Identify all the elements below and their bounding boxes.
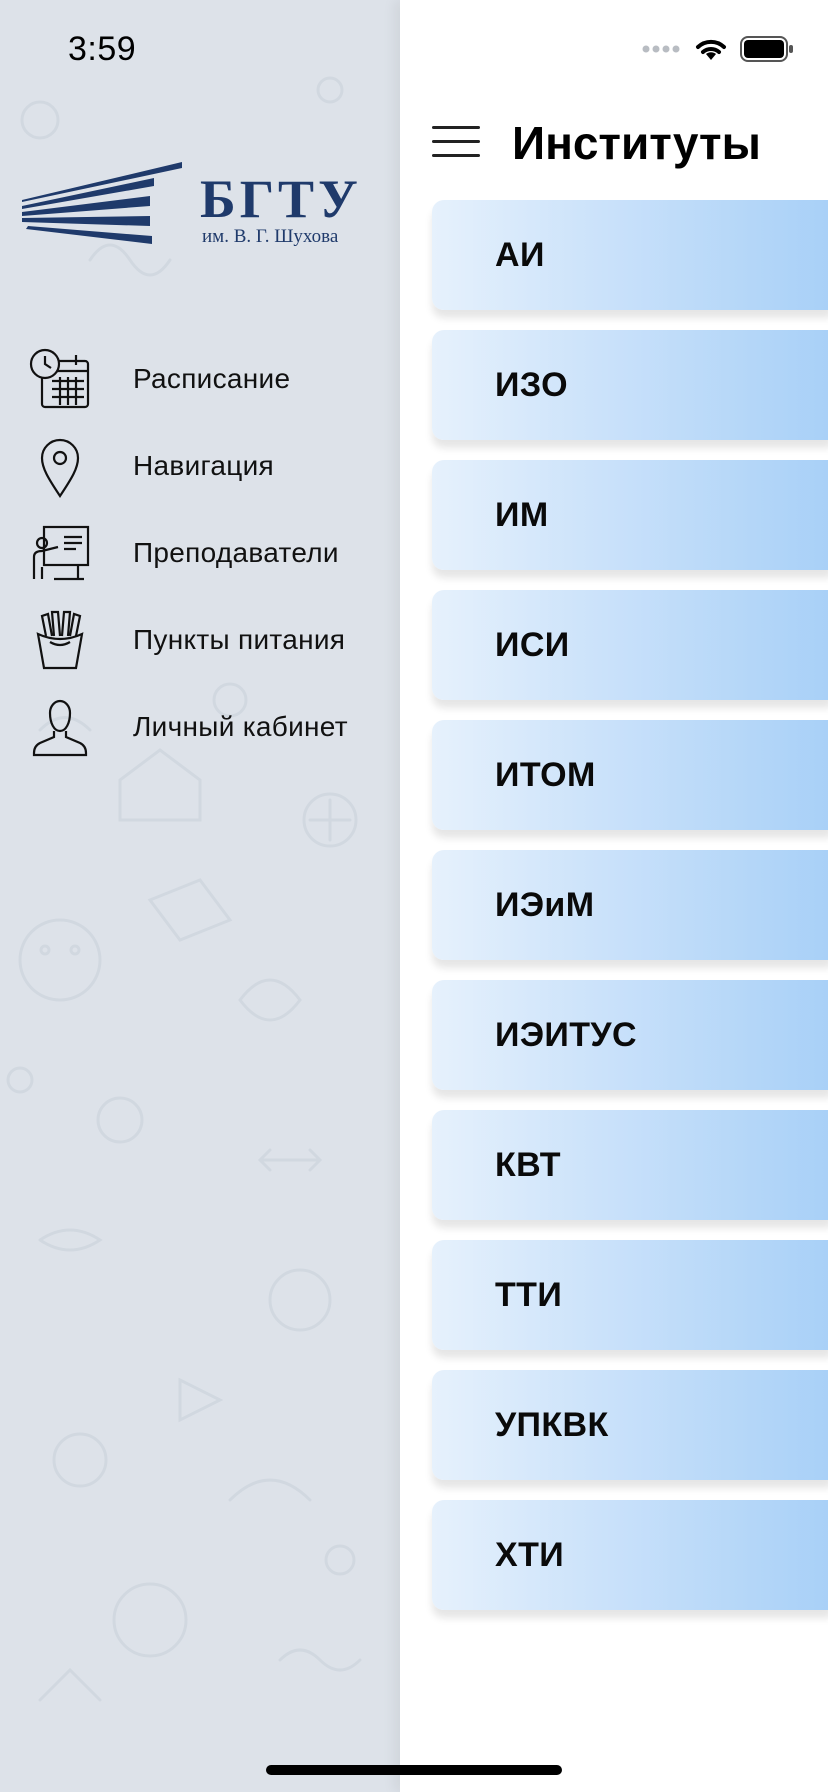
menu-label-food: Пункты питания [133, 623, 346, 655]
menu-item-food[interactable]: Пункты питания [0, 596, 400, 683]
institute-card[interactable]: ХТИ [432, 1500, 828, 1610]
status-bar-time: 3:59 [68, 30, 137, 68]
teacher-board-icon [26, 519, 94, 587]
institute-label: АИ [495, 235, 545, 274]
hamburger-line [432, 140, 480, 143]
fries-icon [26, 606, 94, 674]
institute-label: УПКВК [495, 1405, 609, 1444]
wifi-icon [696, 39, 726, 60]
page-title: Институты [512, 117, 761, 169]
institute-card[interactable]: ИМ [432, 460, 828, 570]
user-icon [26, 693, 94, 761]
status-bar-icons [642, 36, 794, 62]
institute-label: ИЭИТУС [495, 1015, 637, 1054]
institute-label: ИЭиМ [495, 885, 595, 924]
institute-card[interactable]: ИЭиМ [432, 850, 828, 960]
hamburger-line [432, 154, 480, 157]
institutes-list: АИ ИЗО ИМ ИСИ ИТОМ ИЭиМ ИЭИТУС КВТ ТТИ У… [432, 200, 828, 1630]
institute-card[interactable]: ИЭИТУС [432, 980, 828, 1090]
institute-card[interactable]: ИЗО [432, 330, 828, 440]
menu-item-teachers[interactable]: Преподаватели [0, 509, 400, 596]
institute-card[interactable]: ИСИ [432, 590, 828, 700]
menu-item-schedule[interactable]: Расписание [0, 335, 400, 422]
drawer-menu: Расписание Навигация Преподаватели Пункт… [0, 335, 400, 770]
institute-card[interactable]: КВТ [432, 1110, 828, 1220]
logo-title: БГТУ [200, 169, 362, 229]
menu-label-teachers: Преподаватели [133, 536, 339, 568]
battery-icon [740, 36, 793, 62]
institute-card[interactable]: ТТИ [432, 1240, 828, 1350]
menu-label-account: Личный кабинет [133, 710, 348, 742]
institute-label: ТТИ [495, 1275, 563, 1314]
institute-label: ИМ [495, 495, 549, 534]
menu-label-navigation: Навигация [133, 449, 275, 481]
institute-label: ХТИ [495, 1535, 565, 1574]
institute-card[interactable]: УПКВК [432, 1370, 828, 1480]
menu-item-account[interactable]: Личный кабинет [0, 683, 400, 770]
university-logo[interactable]: БГТУ им. В. Г. Шухова [22, 160, 362, 250]
institute-card[interactable]: ИТОМ [432, 720, 828, 830]
institute-label: ИТОМ [495, 755, 596, 794]
background-doodle-pattern [6, 76, 362, 1702]
cellular-signal-icon [642, 45, 680, 53]
logo-stripes-graphic [22, 162, 182, 244]
main-panel: Институты АИ ИЗО ИМ ИСИ ИТОМ ИЭиМ ИЭИТУС… [400, 0, 828, 1792]
institute-label: ИСИ [495, 625, 570, 664]
menu-label-schedule: Расписание [133, 362, 291, 394]
side-drawer: 3:59 БГТУ им. В. Г. Шухова Расписание На… [0, 0, 400, 1792]
institute-card[interactable]: АИ [432, 200, 828, 310]
map-pin-icon [26, 432, 94, 500]
hamburger-line [432, 126, 480, 129]
institute-label: ИЗО [495, 365, 568, 404]
institute-label: КВТ [495, 1145, 561, 1184]
menu-toggle-button[interactable] [432, 126, 480, 158]
home-indicator[interactable] [266, 1765, 562, 1775]
schedule-calendar-clock-icon [26, 345, 94, 413]
menu-item-navigation[interactable]: Навигация [0, 422, 400, 509]
logo-subtitle: им. В. Г. Шухова [202, 226, 339, 247]
